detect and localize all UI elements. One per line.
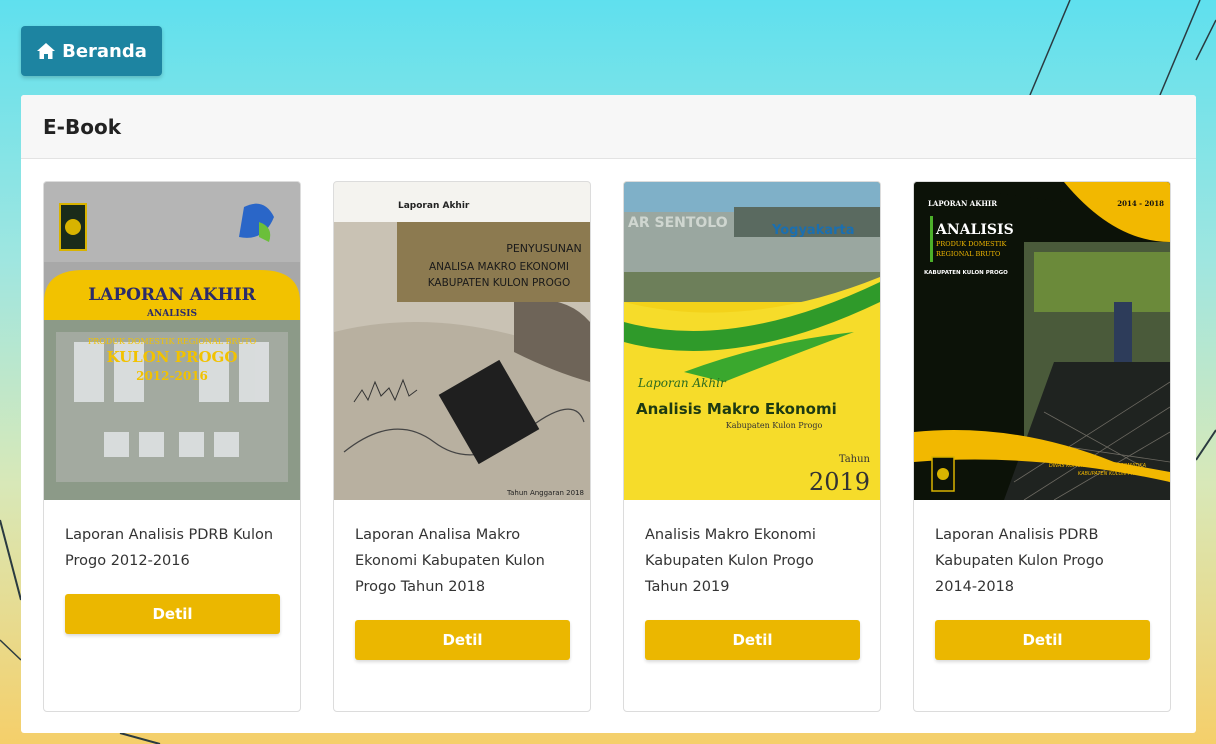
cover-text: Tahun Anggaran 2018 (506, 489, 584, 497)
cover-text: Tahun (839, 454, 871, 465)
cover-text: 2019 (809, 468, 870, 496)
ebook-title: Laporan Analisa Makro Ekonomi Kabupaten … (355, 527, 545, 595)
cover-text: Kabupaten Kulon Progo (726, 421, 823, 430)
page-title: E-Book (43, 114, 121, 139)
cover-text: AR SENTOLO (628, 215, 728, 231)
cover-text: 2014 - 2018 (1117, 199, 1164, 208)
cover-text: Laporan Akhir (398, 201, 470, 211)
cover-text: KABUPATEN KULON PROGO (428, 277, 571, 289)
cover-text: PRODUK DOMESTIK (936, 240, 1007, 248)
detil-button[interactable]: Detil (355, 620, 570, 660)
cover-text: LAPORAN AKHIR (928, 199, 997, 208)
ebook-title: Laporan Analisis PDRB Kulon Progo 2012-2… (65, 527, 274, 569)
cover-text: KULON PROGO (107, 348, 238, 366)
cover-text: ANALISIS (935, 222, 1014, 238)
ebook-card: LAPORAN AKHIR ANALISIS PRODUK DOMESTIK R… (43, 181, 301, 712)
ebook-cover-image[interactable]: LAPORAN AKHIR ANALISIS PRODUK DOMESTIK R… (44, 182, 300, 500)
ebook-cover-image[interactable]: AR SENTOLO Yogyakarta Laporan Akhir Anal… (624, 182, 880, 500)
cover-text: LAPORAN AKHIR (88, 285, 256, 305)
ebook-list: LAPORAN AKHIR ANALISIS PRODUK DOMESTIK R… (43, 181, 1171, 712)
cover-text: PENYUSUNAN (506, 242, 582, 255)
ebook-title: Analisis Makro Ekonomi Kabupaten Kulon P… (645, 527, 816, 595)
ebook-card: LAPORAN AKHIR 2014 - 2018 ANALISIS PRODU… (913, 181, 1171, 712)
ebook-card: Laporan Akhir PENYUSUNAN ANALISA MAKRO E… (333, 181, 591, 712)
cover-text: ANALISA MAKRO EKONOMI (429, 261, 569, 273)
home-icon (37, 43, 56, 59)
cover-text: Analisis Makro Ekonomi (636, 400, 837, 418)
cover-text: KABUPATEN KULON PROGO (1078, 471, 1146, 477)
cover-text: 2012-2016 (136, 369, 208, 383)
cover-text: PRODUK DOMESTIK REGIONAL BRUTO (88, 337, 257, 346)
cover-text: DINAS KOMUNIKASI DAN INFORMATIKA (1049, 463, 1147, 469)
cover-text: REGIONAL BRUTO (936, 250, 1000, 258)
home-button[interactable]: Beranda (21, 26, 162, 76)
cover-text: Yogyakarta (771, 223, 855, 238)
detil-button[interactable]: Detil (645, 620, 860, 660)
ebook-title: Laporan Analisis PDRB Kabupaten Kulon Pr… (935, 527, 1104, 595)
ebook-cover-image[interactable]: Laporan Akhir PENYUSUNAN ANALISA MAKRO E… (334, 182, 590, 500)
cover-text: ANALISIS (146, 309, 197, 319)
ebook-panel: E-Book LAPORAN AKHIR ANALISIS PRODUK DOM… (21, 95, 1196, 733)
ebook-cover-image[interactable]: LAPORAN AKHIR 2014 - 2018 ANALISIS PRODU… (914, 182, 1170, 500)
cover-text: KABUPATEN KULON PROGO (924, 270, 1008, 276)
detil-button[interactable]: Detil (65, 594, 280, 634)
ebook-card: AR SENTOLO Yogyakarta Laporan Akhir Anal… (623, 181, 881, 712)
detil-button[interactable]: Detil (935, 620, 1150, 660)
home-button-label: Beranda (62, 40, 147, 62)
cover-text: Laporan Akhir (637, 376, 727, 390)
panel-header: E-Book (21, 95, 1196, 159)
